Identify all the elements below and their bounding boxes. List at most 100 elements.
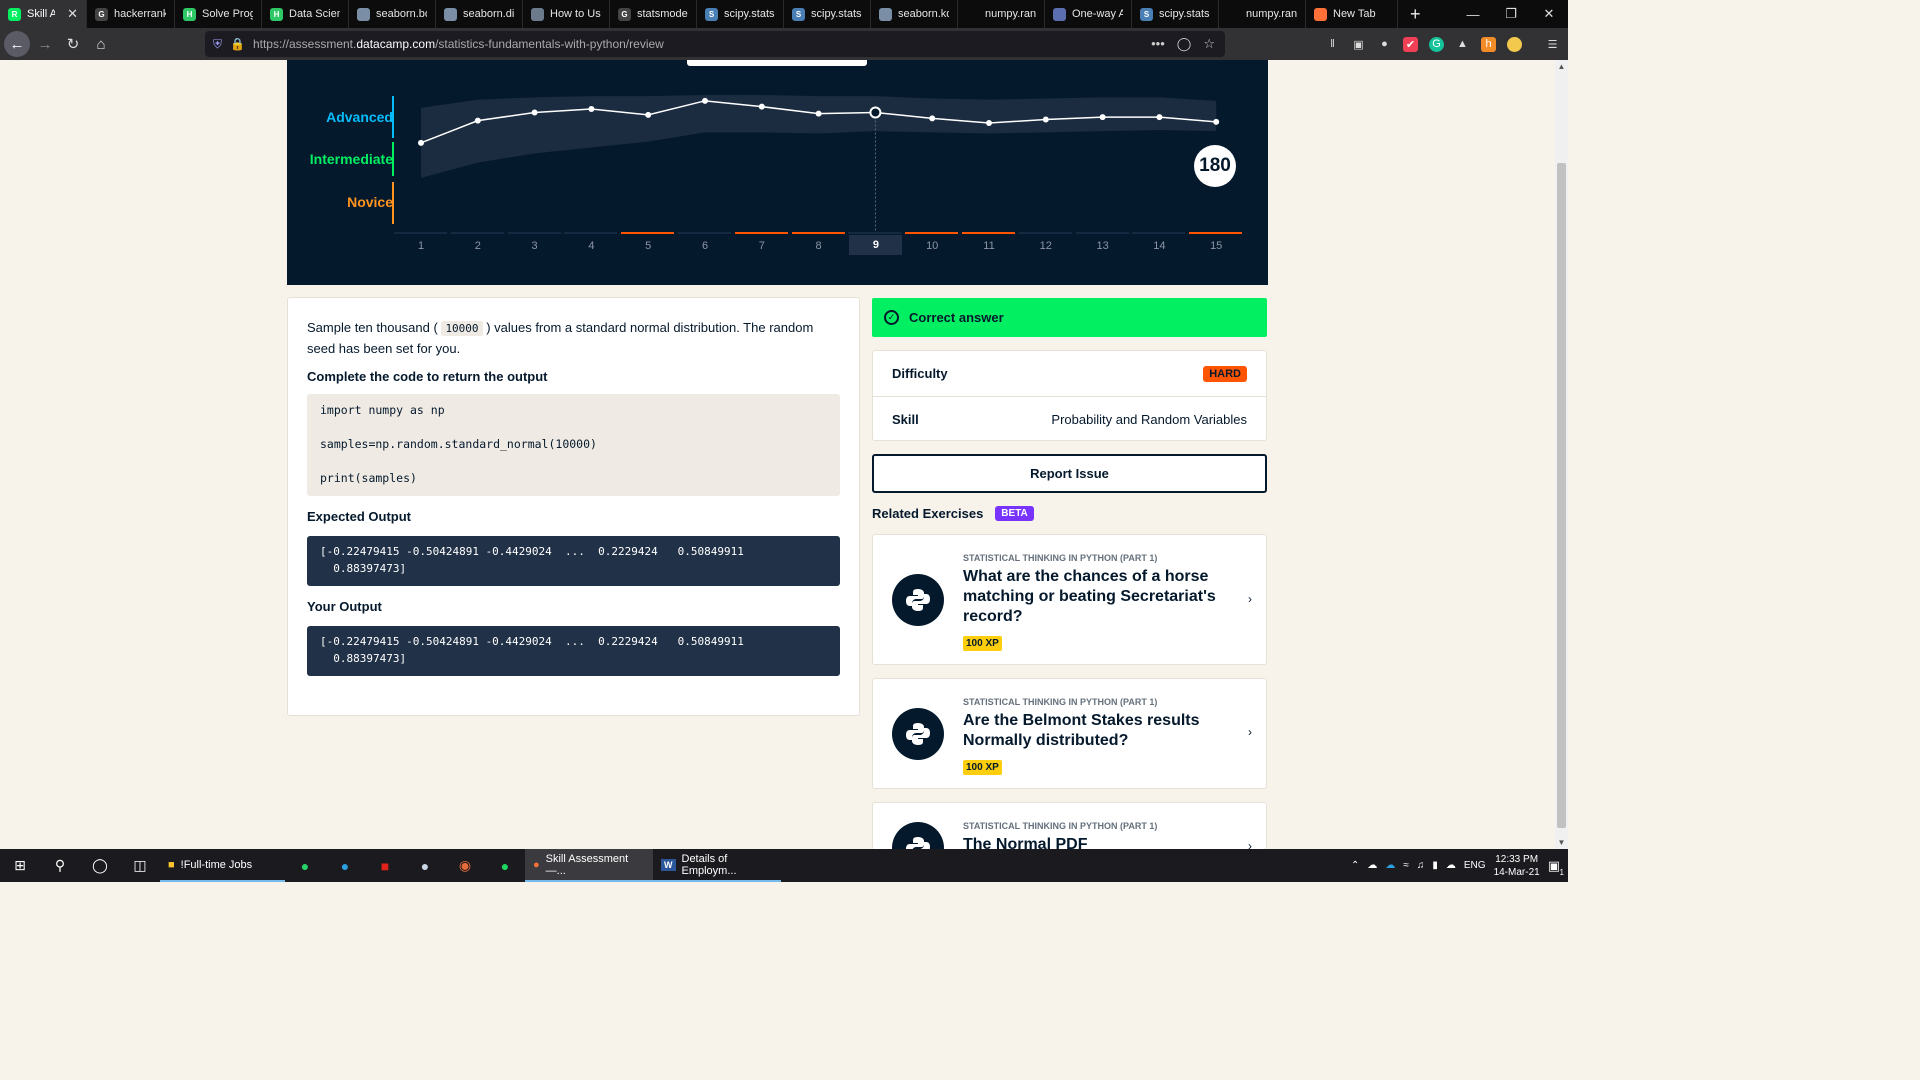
home-icon[interactable]: ⌂ bbox=[88, 31, 114, 57]
browser-tab[interactable]: Gstatsmodels bbox=[610, 0, 697, 28]
browser-tab[interactable]: How to Use bbox=[523, 0, 610, 28]
step-number[interactable]: 3 bbox=[523, 240, 547, 252]
related-exercise-title[interactable]: The Normal PDF bbox=[963, 835, 1238, 849]
score-point[interactable] bbox=[588, 106, 595, 112]
browser-tab[interactable]: numpy.random bbox=[1219, 0, 1306, 28]
score-point[interactable] bbox=[815, 110, 822, 117]
related-exercise-card[interactable]: STATISTICAL THINKING IN PYTHON (PART 1) … bbox=[872, 534, 1267, 665]
step-number[interactable]: 11 bbox=[977, 240, 1001, 252]
score-point[interactable] bbox=[1156, 114, 1163, 121]
step-number[interactable]: 10 bbox=[920, 240, 944, 252]
related-exercise-card[interactable]: STATISTICAL THINKING IN PYTHON (PART 1) … bbox=[872, 802, 1267, 849]
task-view-icon[interactable]: ◫ bbox=[120, 849, 160, 882]
forward-icon[interactable]: → bbox=[32, 31, 58, 57]
report-issue-button[interactable]: Report Issue bbox=[872, 454, 1267, 493]
whatsapp-icon[interactable]: ● bbox=[285, 849, 325, 882]
bookmark-star-icon[interactable]: ☆ bbox=[1203, 36, 1215, 52]
step-number[interactable]: 14 bbox=[1147, 240, 1171, 252]
browser-tab[interactable]: seaborn.kde bbox=[871, 0, 958, 28]
score-point[interactable] bbox=[986, 120, 992, 126]
taskbar-app-firefox[interactable]: ● Skill Assessment —... bbox=[525, 849, 653, 882]
new-tab-button[interactable]: + bbox=[1398, 4, 1433, 25]
browser-tab[interactable]: seaborn.dist bbox=[436, 0, 523, 28]
browser-tab[interactable]: R Skill Ass ✕ bbox=[0, 0, 87, 28]
step-number[interactable]: 13 bbox=[1091, 240, 1115, 252]
browser-tab[interactable]: One-way AI bbox=[1045, 0, 1132, 28]
minimize-icon[interactable]: — bbox=[1454, 7, 1492, 22]
menu-icon[interactable]: ☰ bbox=[1545, 37, 1560, 52]
close-window-icon[interactable]: ✕ bbox=[1530, 6, 1568, 22]
onedrive-business-icon[interactable]: ☁ bbox=[1385, 860, 1395, 871]
score-point[interactable] bbox=[1213, 118, 1220, 125]
taskbar-app-folder[interactable]: ■ !Full-time Jobs bbox=[160, 849, 285, 882]
score-point[interactable] bbox=[645, 111, 652, 118]
step-number[interactable]: 8 bbox=[807, 240, 831, 252]
sidebar-icon[interactable]: ▣ bbox=[1351, 37, 1366, 52]
page-scrollbar[interactable]: ▲ ▼ bbox=[1555, 60, 1568, 849]
step-number[interactable]: 5 bbox=[636, 240, 660, 252]
wifi-icon[interactable]: ≈ bbox=[1403, 860, 1409, 871]
browser-tab[interactable]: Sscipy.stats.t bbox=[784, 0, 871, 28]
browser-tab[interactable]: seaborn.box bbox=[349, 0, 436, 28]
step-number[interactable]: 2 bbox=[466, 240, 490, 252]
browser-tab[interactable]: H Solve Progr bbox=[175, 0, 262, 28]
score-point[interactable] bbox=[1042, 116, 1049, 123]
related-exercise-title[interactable]: Are the Belmont Stakes results Normally … bbox=[963, 711, 1238, 751]
score-point[interactable] bbox=[1099, 114, 1106, 121]
browser-tab[interactable]: H Data Scienc bbox=[262, 0, 349, 28]
browser-tab[interactable]: numpy.random bbox=[958, 0, 1045, 28]
step-number[interactable]: 1 bbox=[409, 240, 433, 252]
score-point[interactable] bbox=[929, 115, 936, 122]
lock-icon[interactable]: 🔒 bbox=[230, 37, 245, 51]
volume-icon[interactable]: ♫ bbox=[1417, 860, 1425, 871]
reload-icon[interactable]: ↻ bbox=[60, 31, 86, 57]
step-number[interactable]: 9 bbox=[849, 235, 903, 255]
pocket-icon[interactable]: ◯ bbox=[1177, 36, 1192, 52]
browser-tab[interactable]: Sscipy.stats.t bbox=[697, 0, 784, 28]
back-icon[interactable]: ← bbox=[4, 31, 30, 57]
tracking-shield-icon[interactable]: ⛨ bbox=[213, 37, 222, 52]
restore-icon[interactable]: ❐ bbox=[1492, 6, 1530, 22]
pocket-extension-icon[interactable]: ✔ bbox=[1403, 36, 1418, 52]
taskbar-app-word[interactable]: W Details of Employm... bbox=[653, 849, 781, 882]
score-point[interactable] bbox=[474, 117, 481, 124]
snipping-icon[interactable]: ● bbox=[405, 849, 445, 882]
grammarly-icon[interactable]: G bbox=[1429, 36, 1444, 52]
library-icon[interactable]: ‖ bbox=[1325, 37, 1340, 52]
windows-start-icon[interactable]: ⊞ bbox=[0, 849, 40, 882]
scroll-up-icon[interactable]: ▲ bbox=[1555, 62, 1568, 71]
tab-close-icon[interactable]: ✕ bbox=[61, 6, 78, 22]
account-icon[interactable]: ● bbox=[1377, 37, 1392, 52]
browser-tab[interactable]: Sscipy.stats.f bbox=[1132, 0, 1219, 28]
acrobat-icon[interactable]: ■ bbox=[365, 849, 405, 882]
chevron-right-icon[interactable]: › bbox=[1248, 839, 1252, 849]
media-player-icon[interactable]: ◉ bbox=[445, 849, 485, 882]
score-point[interactable] bbox=[702, 97, 708, 104]
page-actions-icon[interactable]: ••• bbox=[1151, 36, 1165, 52]
related-exercise-card[interactable]: STATISTICAL THINKING IN PYTHON (PART 1) … bbox=[872, 678, 1267, 789]
chevron-right-icon[interactable]: › bbox=[1248, 725, 1252, 739]
search-icon[interactable]: ⚲ bbox=[40, 849, 80, 882]
step-number[interactable]: 4 bbox=[579, 240, 603, 252]
step-number[interactable]: 12 bbox=[1034, 240, 1058, 252]
spotify-icon[interactable]: ● bbox=[485, 849, 525, 882]
browser-tab[interactable]: New Tab bbox=[1306, 0, 1398, 28]
language-indicator[interactable]: ENG bbox=[1464, 860, 1486, 871]
tray-overflow-icon[interactable]: ⌃ bbox=[1351, 860, 1359, 871]
scrollbar-thumb[interactable] bbox=[1557, 163, 1566, 828]
cloud-icon[interactable]: ☁ bbox=[1446, 860, 1456, 871]
address-bar[interactable]: ⛨ 🔒 https://assessment.datacamp.com/stat… bbox=[205, 31, 1225, 57]
score-point[interactable] bbox=[418, 139, 424, 146]
notification-icon[interactable]: ▣ 1 bbox=[1548, 858, 1564, 877]
related-exercise-title[interactable]: What are the chances of a horse matching… bbox=[963, 567, 1238, 627]
scroll-down-icon[interactable]: ▼ bbox=[1555, 838, 1568, 847]
score-point[interactable] bbox=[869, 106, 882, 119]
chevron-right-icon[interactable]: › bbox=[1248, 592, 1252, 606]
chrome-theme-icon[interactable] bbox=[1507, 36, 1522, 52]
ublock-icon[interactable]: ▲ bbox=[1455, 37, 1470, 52]
step-number[interactable]: 7 bbox=[750, 240, 774, 252]
edge-icon[interactable]: ● bbox=[325, 849, 365, 882]
battery-icon[interactable]: ▮ bbox=[1432, 860, 1438, 871]
step-number[interactable]: 15 bbox=[1204, 240, 1228, 252]
extension-icon[interactable]: h bbox=[1481, 36, 1496, 52]
